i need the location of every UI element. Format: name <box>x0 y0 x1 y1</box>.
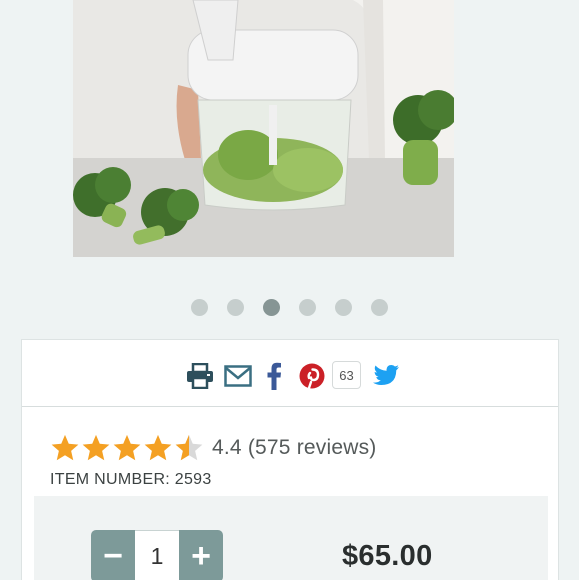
product-photo <box>73 0 454 257</box>
twitter-icon[interactable] <box>368 358 404 394</box>
quantity-stepper: − 1 + <box>91 530 223 580</box>
star-rating <box>50 433 204 463</box>
carousel-dot[interactable] <box>191 299 208 316</box>
item-number: ITEM NUMBER: 2593 <box>50 471 212 488</box>
share-bar: 63 <box>22 340 558 407</box>
carousel-dot[interactable] <box>227 299 244 316</box>
mail-icon[interactable] <box>220 358 256 394</box>
star-half-icon <box>175 434 203 461</box>
star-full-icon <box>82 434 110 461</box>
pin-count-badge: 63 <box>332 361 361 389</box>
pinterest-icon[interactable] <box>294 358 330 394</box>
carousel-dot[interactable] <box>299 299 316 316</box>
facebook-icon[interactable] <box>256 358 292 394</box>
carousel-dot[interactable] <box>371 299 388 316</box>
product-info-card: 63 4.4 (575 reviews) ITEM NUMBER: 2593 −… <box>21 339 559 580</box>
carousel-dot-active[interactable] <box>263 299 280 316</box>
quantity-input[interactable]: 1 <box>135 530 179 580</box>
decrease-quantity-button[interactable]: − <box>91 530 135 580</box>
star-full-icon <box>144 434 172 461</box>
carousel-dot[interactable] <box>335 299 352 316</box>
product-price: $65.00 <box>342 540 433 572</box>
purchase-panel: − 1 + $65.00 <box>34 496 548 580</box>
star-full-icon <box>51 434 79 461</box>
image-carousel-dots <box>0 299 579 317</box>
rating-summary[interactable]: 4.4 (575 reviews) <box>50 432 376 464</box>
print-icon[interactable] <box>182 358 218 394</box>
rating-reviews-text[interactable]: 4.4 (575 reviews) <box>212 436 376 460</box>
product-image[interactable] <box>73 0 454 257</box>
star-full-icon <box>113 434 141 461</box>
increase-quantity-button[interactable]: + <box>179 530 223 580</box>
